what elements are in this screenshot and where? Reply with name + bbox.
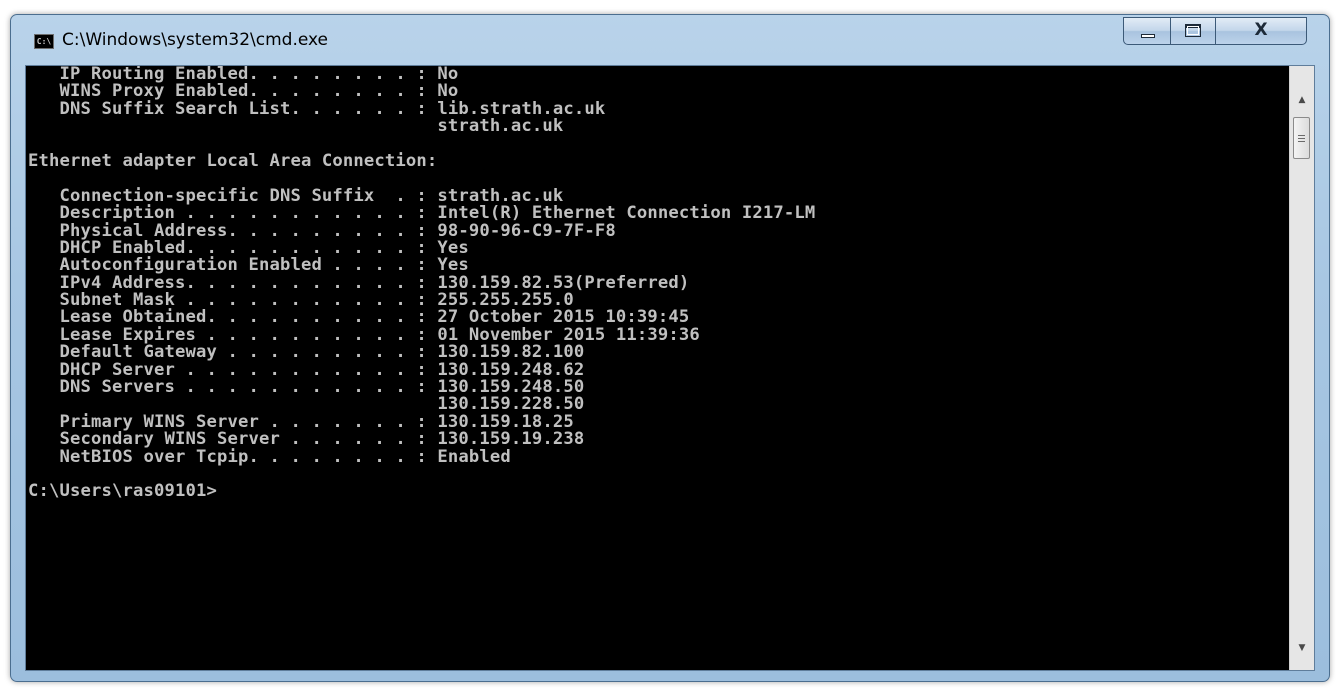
maximize-icon [1185, 24, 1201, 37]
scrollbar-thumb[interactable] [1293, 117, 1310, 159]
cmd-window: C:\ C:\Windows\system32\cmd.exe X IP Rou… [10, 14, 1330, 682]
command-prompt[interactable]: C:\Users\ras09101> [28, 482, 1290, 500]
window-title: C:\Windows\system32\cmd.exe [62, 30, 329, 50]
cmd-app-icon[interactable]: C:\ [34, 34, 54, 49]
console-line: Secondary WINS Server . . . . . . : 130.… [28, 429, 585, 450]
minimize-icon [1141, 34, 1155, 38]
console-line: strath.ac.uk [28, 116, 564, 137]
grip-line [1298, 141, 1305, 142]
console-area[interactable]: IP Routing Enabled. . . . . . . . : No W… [25, 65, 1315, 671]
maximize-button[interactable] [1170, 17, 1216, 45]
scroll-up-arrow-icon[interactable]: ▲ [1290, 90, 1314, 110]
console-line: Ethernet adapter Local Area Connection: [28, 150, 438, 171]
console-output[interactable]: IP Routing Enabled. . . . . . . . : No W… [28, 66, 1290, 670]
grip-line [1298, 138, 1305, 139]
close-icon: X [1254, 20, 1268, 40]
console-line: NetBIOS over Tcpip. . . . . . . . : Enab… [28, 446, 511, 467]
close-button[interactable]: X [1215, 17, 1307, 45]
minimize-button[interactable] [1123, 17, 1171, 45]
vertical-scrollbar[interactable]: ▲ ▼ [1289, 66, 1314, 670]
console-line: Description . . . . . . . . . . . : Inte… [28, 203, 816, 224]
scroll-down-arrow-icon[interactable]: ▼ [1290, 638, 1314, 658]
title-bar[interactable]: C:\ C:\Windows\system32\cmd.exe X [11, 15, 1329, 63]
grip-line [1298, 135, 1305, 136]
